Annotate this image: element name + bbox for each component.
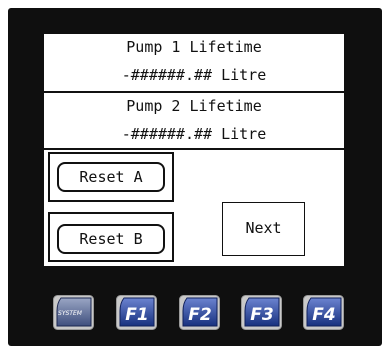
f4-key[interactable]: F4 [303,295,344,330]
f1-key-label: F1 [125,305,148,325]
f2-key-icon: F2 [179,295,220,330]
next-button[interactable]: Next [222,202,305,256]
f3-key[interactable]: F3 [241,295,282,330]
hmi-screen: Pump 1 Lifetime -######.## Litre Pump 2 … [44,34,344,266]
reset-a-button[interactable]: Reset A [57,162,165,192]
pump1-value: -######.## Litre [121,66,267,84]
pump1-title: Pump 1 Lifetime [126,38,262,56]
system-key-icon: SYSTEM [53,295,94,330]
pump2-value: -######.## Litre [121,125,267,143]
reset-a-button-frame[interactable]: Reset A [48,152,174,202]
f2-key-label: F2 [188,305,211,325]
reset-b-button-frame[interactable]: Reset B [48,212,174,262]
pump2-title: Pump 2 Lifetime [126,97,262,115]
f1-key[interactable]: F1 [116,295,157,330]
f1-key-icon: F1 [116,295,157,330]
f4-key-icon: F4 [303,295,344,330]
f4-key-label: F4 [312,305,335,325]
reset-b-button[interactable]: Reset B [57,224,165,254]
f3-key-label: F3 [250,305,273,325]
f2-key[interactable]: F2 [179,295,220,330]
f3-key-icon: F3 [241,295,282,330]
system-key-label: SYSTEM [58,310,83,317]
system-key[interactable]: SYSTEM [53,295,94,330]
divider [44,148,344,150]
